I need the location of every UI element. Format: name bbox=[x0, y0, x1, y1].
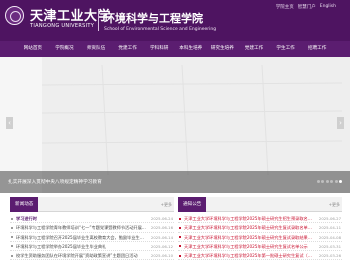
bullet-icon bbox=[179, 245, 181, 248]
news-panel-title: 新闻动态 bbox=[10, 197, 39, 212]
banner-dot-4[interactable] bbox=[330, 180, 333, 183]
notice-item[interactable]: 天津工业大学环境科学与工程学院2025年硕士研究生复试录取结果公示 2025-0… bbox=[178, 233, 342, 242]
banner-dot-6-active[interactable] bbox=[339, 180, 342, 183]
nav-item-party[interactable]: 党建工作 bbox=[112, 41, 144, 57]
news-item-title[interactable]: 环境科学与工程学院举办2025届毕业生毕业典礼 bbox=[16, 242, 146, 251]
news-item[interactable]: 环境科学与工程学院召开2025届毕业生离校教育大会，勉励毕业生扬帆起航 2025… bbox=[10, 233, 174, 242]
news-item[interactable]: 环境科学与工程学院青年教师培训“七一”专题党课暨教师节活动开展... 2025-… bbox=[10, 223, 174, 233]
bullet-icon bbox=[11, 254, 13, 257]
notice-item-date: 2025-03-31 bbox=[318, 243, 341, 249]
news-item-title[interactable]: 学习进行时 bbox=[16, 214, 146, 223]
notice-item-date: 2025-04-11 bbox=[318, 225, 341, 231]
notice-item-date: 2025-04-08 bbox=[318, 234, 341, 240]
bullet-icon bbox=[179, 236, 181, 239]
notice-item[interactable]: 天津工业大学环境科学与工程学院2025年硕士研究生复试录取名单公示 2025-0… bbox=[178, 223, 342, 233]
banner-caption[interactable]: 扎实开展深入贯彻中央八项规定精神学习教育 bbox=[8, 179, 102, 185]
news-item[interactable]: 校学生资助服务团队在环境学院开展“资助政策宣讲”主题团日活动 2025-06-1… bbox=[10, 251, 174, 261]
top-link-english[interactable]: English bbox=[320, 4, 336, 10]
banner-slider[interactable]: ‹ › 扎实开展深入贯彻中央八项规定精神学习教育 bbox=[0, 57, 350, 193]
news-item[interactable]: 学习进行时 2025-06-24 bbox=[10, 214, 174, 224]
banner-dot-2[interactable] bbox=[321, 180, 324, 183]
notice-item-date: 2025-06-27 bbox=[318, 216, 341, 221]
banner-next-arrow-icon[interactable]: › bbox=[337, 117, 344, 129]
news-item-date: 2025-06-16 bbox=[150, 225, 173, 231]
notices-more-link[interactable]: +更多 bbox=[329, 202, 340, 208]
bullet-icon bbox=[179, 217, 181, 220]
news-item-date: 2025-06-24 bbox=[150, 216, 173, 221]
nav-item-undergrad[interactable]: 本科生培养 bbox=[175, 41, 207, 57]
news-panel-header: 新闻动态 +更多 bbox=[10, 197, 174, 212]
top-link-school-home[interactable]: 学院主页 bbox=[276, 4, 294, 10]
banner-dot-1[interactable] bbox=[316, 180, 320, 183]
news-panel: 新闻动态 +更多 学习进行时 2025-06-24 环境科学与工程学院青年教师培… bbox=[10, 197, 174, 263]
bullet-icon bbox=[11, 236, 13, 239]
notice-item-title[interactable]: 天津工业大学环境科学与工程学院2025年硕士研究生复试录取结果公示 bbox=[184, 233, 314, 242]
nav-item-overview[interactable]: 学院概况 bbox=[49, 41, 81, 57]
notice-item-title[interactable]: 天津工业大学环境科学与工程学院2025年硕士研究生招生预录取名单公示 bbox=[184, 214, 314, 223]
notices-panel-header: 通知公告 +更多 bbox=[178, 197, 342, 212]
top-link-portal[interactable]: 智慧门户 bbox=[298, 4, 316, 10]
notice-item-title[interactable]: 天津工业大学环境科学与工程学院2025年第一批硕士研究生复试（调剂）方案 bbox=[184, 251, 314, 260]
bullet-icon bbox=[11, 245, 13, 248]
bullet-icon bbox=[179, 226, 181, 229]
nav-item-students[interactable]: 学生工作 bbox=[270, 41, 302, 57]
news-item-date: 2025-06-12 bbox=[150, 243, 173, 249]
banner-dot-5[interactable] bbox=[334, 180, 338, 183]
nav-item-party-2[interactable]: 党建工作 bbox=[238, 41, 270, 57]
top-links: 学院主页 智慧门户 English bbox=[276, 4, 336, 10]
news-item-title[interactable]: 环境科学与工程学院召开2025届毕业生离校教育大会，勉励毕业生扬帆起航 bbox=[16, 233, 146, 242]
news-item-date: 2025-06-14 bbox=[150, 234, 173, 240]
school-name-cn[interactable]: 环境科学与工程学院 bbox=[104, 10, 203, 26]
bullet-icon bbox=[179, 254, 181, 257]
nav-item-faculty[interactable]: 师资队伍 bbox=[80, 41, 112, 57]
notices-panel: 通知公告 +更多 天津工业大学环境科学与工程学院2025年硕士研究生招生预录取名… bbox=[178, 197, 342, 263]
news-more-link[interactable]: +更多 bbox=[161, 202, 172, 208]
news-item-date: 2025-06-10 bbox=[150, 253, 173, 259]
news-item-title[interactable]: 校学生资助服务团队在环境学院开展“资助政策宣讲”主题团日活动 bbox=[16, 251, 146, 260]
nav-item-recruitment[interactable]: 招聘工作 bbox=[301, 41, 333, 57]
notice-item-date: 2025-03-26 bbox=[318, 253, 341, 259]
header-divider bbox=[98, 9, 99, 31]
bullet-icon bbox=[11, 217, 13, 220]
notice-item[interactable]: 天津工业大学环境科学与工程学院2025年第一批硕士研究生复试（调剂）方案 202… bbox=[178, 251, 342, 261]
nav-item-home[interactable]: 网站首页 bbox=[17, 41, 49, 57]
banner-prev-arrow-icon[interactable]: ‹ bbox=[6, 117, 13, 129]
school-name-en: School of Environmental Science and Engi… bbox=[104, 27, 217, 32]
notice-item-title[interactable]: 天津工业大学环境科学与工程学院2025年硕士研究生复试名单公示 bbox=[184, 242, 314, 251]
nav-item-graduate[interactable]: 研究生培养 bbox=[207, 41, 239, 57]
notice-item-title[interactable]: 天津工业大学环境科学与工程学院2025年硕士研究生复试录取名单公示 bbox=[184, 223, 314, 232]
news-item-title[interactable]: 环境科学与工程学院青年教师培训“七一”专题党课暨教师节活动开展... bbox=[16, 223, 146, 232]
banner-caption-bar: 扎实开展深入贯彻中央八项规定精神学习教育 bbox=[0, 171, 350, 193]
notices-panel-title: 通知公告 bbox=[178, 197, 207, 212]
banner-image bbox=[42, 65, 342, 175]
news-item[interactable]: 环境科学与工程学院举办2025届毕业生毕业典礼 2025-06-12 bbox=[10, 242, 174, 252]
nav-item-research[interactable]: 学科科研 bbox=[143, 41, 175, 57]
bullet-icon bbox=[11, 226, 13, 229]
university-seal-icon[interactable] bbox=[5, 6, 24, 25]
notice-item[interactable]: 天津工业大学环境科学与工程学院2025年硕士研究生复试名单公示 2025-03-… bbox=[178, 242, 342, 252]
site-header: 天津工业大学 TIANGONG UNIVERSITY 环境科学与工程学院 Sch… bbox=[0, 0, 350, 41]
banner-pagination bbox=[316, 180, 342, 183]
main-nav: 网站首页 学院概况 师资队伍 党建工作 学科科研 本科生培养 研究生培养 党建工… bbox=[0, 41, 350, 57]
banner-dot-3[interactable] bbox=[325, 180, 329, 183]
notice-item[interactable]: 天津工业大学环境科学与工程学院2025年硕士研究生招生预录取名单公示 2025-… bbox=[178, 214, 342, 224]
university-name-en: TIANGONG UNIVERSITY bbox=[30, 23, 95, 29]
